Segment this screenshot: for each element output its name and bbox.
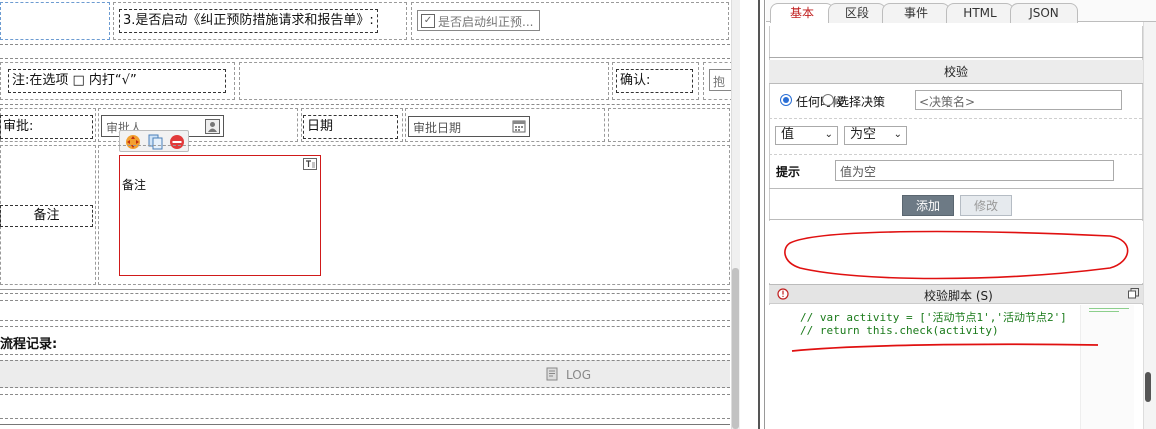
row-divider — [0, 58, 730, 59]
hint-label: 提示 — [776, 165, 801, 179]
remark-textarea[interactable]: 备注 — [119, 155, 321, 276]
hint-input[interactable]: 值为空 — [835, 160, 1114, 181]
tab-basic[interactable]: 基本 — [770, 3, 834, 23]
modify-button[interactable]: 修改 — [960, 195, 1012, 216]
condition-select[interactable]: 为空 ⌄ — [844, 126, 907, 145]
row-divider — [0, 354, 730, 355]
checkbox-icon[interactable]: ✓ — [421, 14, 435, 28]
row-divider — [0, 418, 730, 419]
panel-top-field — [769, 26, 1143, 58]
tab-json[interactable]: JSON — [1010, 3, 1078, 23]
q3-checkbox-label: 是否启动纠正预... — [438, 15, 534, 29]
code-line-1: // var activity = ['活动节点1','活动节点2'] — [800, 311, 1067, 324]
hint-value: 值为空 — [840, 165, 877, 179]
radio-anytime[interactable] — [780, 94, 792, 106]
row-divider — [0, 320, 730, 321]
row-divider — [0, 424, 730, 425]
row-divider — [0, 293, 730, 294]
panel-scrollbar[interactable] — [1143, 22, 1156, 429]
row-divider — [0, 289, 730, 290]
condition-select-text: 为空 — [850, 127, 877, 142]
add-button[interactable]: 添加 — [902, 195, 954, 216]
approve-date-placeholder: 审批日期 — [413, 121, 462, 135]
value-select-text: 值 — [781, 127, 795, 142]
cell-empty-top[interactable] — [0, 2, 110, 40]
chevron-down-icon: ⌄ — [824, 129, 833, 140]
tab-section[interactable]: 区段 — [828, 3, 886, 23]
remark-text: 备注 — [122, 178, 147, 192]
code-minimap — [1080, 305, 1134, 429]
row-divider — [0, 44, 730, 45]
splitter-line — [764, 0, 765, 429]
radio-choose[interactable] — [822, 94, 834, 106]
log-bar — [0, 360, 730, 388]
confirm-label: 确认: — [616, 69, 693, 93]
restore-icon[interactable] — [1128, 288, 1139, 299]
log-icon — [546, 367, 559, 381]
value-select[interactable]: 值 ⌄ — [775, 126, 838, 145]
log-label: LOG — [566, 368, 592, 382]
form-scrollbar-thumb[interactable] — [732, 268, 739, 429]
q3-checkbox-field[interactable]: ✓ 是否启动纠正预... — [417, 10, 540, 31]
minimap-line — [1089, 308, 1129, 309]
radio-dot — [783, 97, 789, 103]
tab-html[interactable]: HTML — [946, 3, 1014, 23]
cell-empty-right — [608, 108, 730, 142]
row-divider — [0, 394, 730, 395]
row-divider — [0, 104, 730, 105]
hold-text: 抱 — [713, 75, 726, 89]
decision-placeholder: <决策名> — [919, 95, 976, 109]
hold-field[interactable]: 抱 — [709, 69, 733, 91]
row-divider — [0, 326, 730, 327]
tab-event[interactable]: 事件 — [882, 3, 950, 23]
flow-label: 流程记录: — [0, 337, 58, 352]
section-title: 校验 — [769, 60, 1143, 84]
chevron-down-icon: ⌄ — [893, 129, 902, 140]
minimap-line — [1089, 311, 1119, 312]
approve-date-input[interactable]: 审批日期 — [408, 116, 530, 137]
user-icon[interactable] — [205, 119, 220, 134]
q3-label: 3.是否启动《纠正预防措施请求和报告单》: — [119, 9, 378, 33]
note-label: 注:在选项 □ 内打“√” — [8, 69, 226, 93]
info-icon — [777, 288, 789, 300]
approve-label: 审批: — [0, 115, 93, 139]
row-divider — [0, 300, 730, 301]
script-title: 校验脚本 (S) — [924, 289, 993, 303]
splitter-line — [758, 0, 760, 429]
button-row — [769, 188, 1143, 220]
validation-list — [769, 221, 1143, 283]
decision-input[interactable]: <决策名> — [915, 90, 1122, 110]
text-type-icon — [303, 158, 317, 170]
cell-note-value — [239, 62, 609, 100]
radio-choose-label: 选择决策 — [837, 95, 886, 109]
code-line-2: // return this.check(activity) — [800, 324, 999, 337]
date-label: 日期 — [303, 115, 398, 139]
splitter[interactable] — [740, 0, 766, 429]
calendar-icon[interactable] — [512, 119, 526, 133]
remark-label: 备注 — [0, 205, 93, 227]
panel-scrollbar-thumb[interactable] — [1145, 372, 1151, 402]
